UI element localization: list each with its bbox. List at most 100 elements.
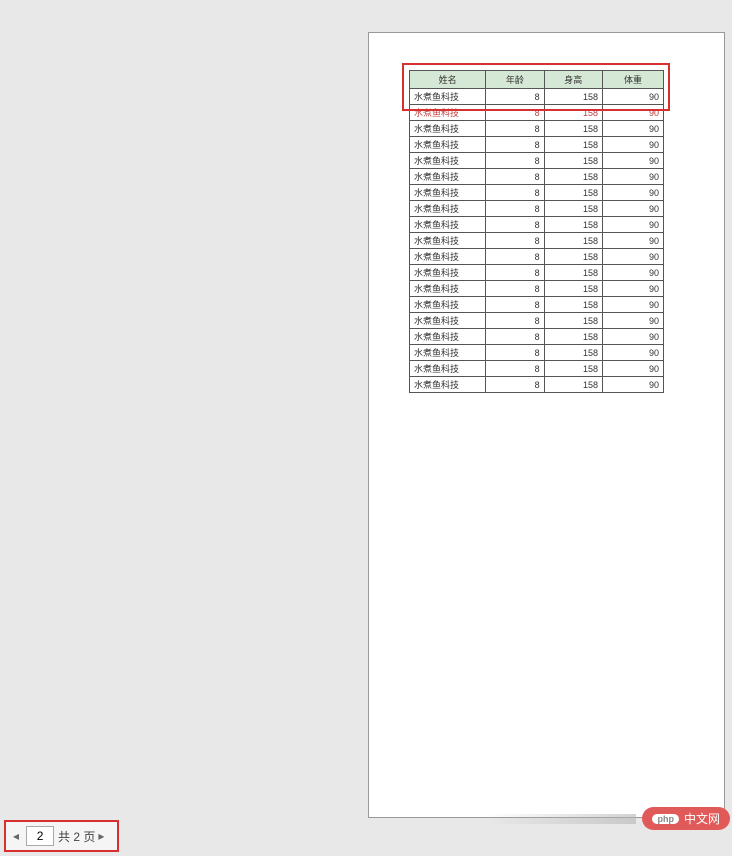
- cell-weight: 90: [603, 121, 664, 137]
- cell-height: 158: [544, 377, 602, 393]
- page-number-input[interactable]: [26, 826, 54, 846]
- cell-name: 水煮鱼科技: [410, 281, 486, 297]
- cell-age: 8: [486, 185, 544, 201]
- cell-weight: 90: [603, 233, 664, 249]
- cell-age: 8: [486, 121, 544, 137]
- cell-height: 158: [544, 105, 602, 121]
- cell-height: 158: [544, 297, 602, 313]
- table-container: 姓名 年龄 身高 体重 水煮鱼科技815890水煮鱼科技815890水煮鱼科技8…: [409, 70, 664, 393]
- page-preview-panel: 姓名 年龄 身高 体重 水煮鱼科技815890水煮鱼科技815890水煮鱼科技8…: [368, 32, 725, 818]
- next-page-button[interactable]: ▸: [95, 829, 107, 843]
- table-row: 水煮鱼科技815890: [410, 249, 664, 265]
- table-row: 水煮鱼科技815890: [410, 185, 664, 201]
- cell-name: 水煮鱼科技: [410, 233, 486, 249]
- watermark-gradient: [486, 814, 636, 824]
- cell-height: 158: [544, 201, 602, 217]
- table-row: 水煮鱼科技815890: [410, 313, 664, 329]
- cell-weight: 90: [603, 89, 664, 105]
- cell-height: 158: [544, 249, 602, 265]
- table-row: 水煮鱼科技815890: [410, 345, 664, 361]
- cell-name: 水煮鱼科技: [410, 185, 486, 201]
- header-height: 身高: [544, 71, 602, 89]
- prev-page-button[interactable]: ◂: [10, 829, 22, 843]
- cell-age: 8: [486, 105, 544, 121]
- watermark: php 中文网: [486, 807, 730, 830]
- table-row: 水煮鱼科技815890: [410, 281, 664, 297]
- table-row: 水煮鱼科技815890: [410, 377, 664, 393]
- cell-weight: 90: [603, 313, 664, 329]
- cell-age: 8: [486, 201, 544, 217]
- cell-name: 水煮鱼科技: [410, 89, 486, 105]
- cell-weight: 90: [603, 201, 664, 217]
- cell-weight: 90: [603, 217, 664, 233]
- cell-age: 8: [486, 377, 544, 393]
- cell-weight: 90: [603, 105, 664, 121]
- cell-name: 水煮鱼科技: [410, 265, 486, 281]
- cell-age: 8: [486, 249, 544, 265]
- table-row: 水煮鱼科技815890: [410, 105, 664, 121]
- cell-age: 8: [486, 217, 544, 233]
- table-row: 水煮鱼科技815890: [410, 169, 664, 185]
- table-header-row: 姓名 年龄 身高 体重: [410, 71, 664, 89]
- cell-age: 8: [486, 153, 544, 169]
- cell-name: 水煮鱼科技: [410, 249, 486, 265]
- cell-height: 158: [544, 313, 602, 329]
- cell-age: 8: [486, 361, 544, 377]
- table-row: 水煮鱼科技815890: [410, 265, 664, 281]
- cell-height: 158: [544, 217, 602, 233]
- cell-height: 158: [544, 185, 602, 201]
- header-name: 姓名: [410, 71, 486, 89]
- table-row: 水煮鱼科技815890: [410, 297, 664, 313]
- table-body: 水煮鱼科技815890水煮鱼科技815890水煮鱼科技815890水煮鱼科技81…: [410, 89, 664, 393]
- cell-weight: 90: [603, 329, 664, 345]
- cell-weight: 90: [603, 297, 664, 313]
- cell-weight: 90: [603, 361, 664, 377]
- cell-age: 8: [486, 137, 544, 153]
- cell-name: 水煮鱼科技: [410, 217, 486, 233]
- cell-name: 水煮鱼科技: [410, 361, 486, 377]
- cell-name: 水煮鱼科技: [410, 153, 486, 169]
- cell-weight: 90: [603, 137, 664, 153]
- table-row: 水煮鱼科技815890: [410, 329, 664, 345]
- cell-height: 158: [544, 281, 602, 297]
- cell-height: 158: [544, 361, 602, 377]
- data-table: 姓名 年龄 身高 体重 水煮鱼科技815890水煮鱼科技815890水煮鱼科技8…: [409, 70, 664, 393]
- cell-name: 水煮鱼科技: [410, 377, 486, 393]
- cell-height: 158: [544, 89, 602, 105]
- watermark-php-label: php: [652, 814, 679, 824]
- table-row: 水煮鱼科技815890: [410, 361, 664, 377]
- cell-age: 8: [486, 329, 544, 345]
- cell-age: 8: [486, 281, 544, 297]
- cell-name: 水煮鱼科技: [410, 329, 486, 345]
- cell-height: 158: [544, 233, 602, 249]
- cell-weight: 90: [603, 249, 664, 265]
- cell-name: 水煮鱼科技: [410, 121, 486, 137]
- cell-height: 158: [544, 137, 602, 153]
- pagination-control: ◂ 共 2 页 ▸: [4, 820, 119, 852]
- cell-age: 8: [486, 233, 544, 249]
- cell-weight: 90: [603, 281, 664, 297]
- table-row: 水煮鱼科技815890: [410, 153, 664, 169]
- cell-name: 水煮鱼科技: [410, 345, 486, 361]
- table-row: 水煮鱼科技815890: [410, 201, 664, 217]
- cell-name: 水煮鱼科技: [410, 137, 486, 153]
- table-row: 水煮鱼科技815890: [410, 89, 664, 105]
- cell-weight: 90: [603, 169, 664, 185]
- table-row: 水煮鱼科技815890: [410, 121, 664, 137]
- table-row: 水煮鱼科技815890: [410, 233, 664, 249]
- table-row: 水煮鱼科技815890: [410, 137, 664, 153]
- cell-height: 158: [544, 153, 602, 169]
- cell-age: 8: [486, 169, 544, 185]
- cell-name: 水煮鱼科技: [410, 105, 486, 121]
- cell-name: 水煮鱼科技: [410, 201, 486, 217]
- cell-age: 8: [486, 265, 544, 281]
- header-weight: 体重: [603, 71, 664, 89]
- cell-age: 8: [486, 345, 544, 361]
- cell-weight: 90: [603, 377, 664, 393]
- cell-name: 水煮鱼科技: [410, 169, 486, 185]
- cell-weight: 90: [603, 345, 664, 361]
- cell-height: 158: [544, 345, 602, 361]
- cell-weight: 90: [603, 265, 664, 281]
- cell-height: 158: [544, 265, 602, 281]
- page-total-label: 共 2 页: [58, 828, 95, 845]
